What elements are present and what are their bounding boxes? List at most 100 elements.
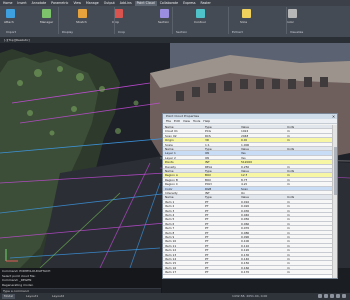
grid-icon[interactable] xyxy=(318,294,322,298)
dialog-title-bar[interactable]: Point Cloud Properties ✕ xyxy=(163,114,337,119)
properties-dialog[interactable]: Point Cloud Properties ✕ File Edit View Too… xyxy=(162,113,338,279)
table-cell: m xyxy=(287,257,290,261)
table-cell: REAL xyxy=(205,164,213,169)
scrollbar-thumb[interactable] xyxy=(333,147,337,195)
command-history-line: Select point cloud file: xyxy=(2,273,36,278)
table-cell: PT xyxy=(205,270,209,275)
layout-tab-layout2[interactable]: Layout2 xyxy=(50,294,66,299)
tool-label: Slice xyxy=(240,20,248,24)
table-cell: Scan 02 xyxy=(165,133,177,138)
menu-tab-add-ins[interactable]: Add-ins xyxy=(118,1,134,6)
table-cell: PT xyxy=(205,199,209,204)
viewport-label[interactable]: [-][Top][Realistic] xyxy=(4,38,30,42)
dialog-title: Point Cloud Properties xyxy=(166,114,200,118)
table-cell: m xyxy=(287,230,290,235)
menu-tab-raster[interactable]: Raster xyxy=(199,1,213,6)
layout-tab-model[interactable]: Model xyxy=(2,294,16,299)
dialog-menu-help[interactable]: Help xyxy=(203,119,210,123)
table-cell: m xyxy=(287,177,290,182)
menu-tab-point-cloud[interactable]: Point Cloud xyxy=(134,0,157,6)
table-cell: Scan xyxy=(241,186,249,191)
table-cell: PT xyxy=(205,204,209,209)
menu-tab-manage[interactable]: Manage xyxy=(84,1,101,6)
attach-tool-icon[interactable] xyxy=(6,9,15,18)
slice-tool-icon[interactable] xyxy=(242,9,251,18)
table-cell: PT xyxy=(205,265,209,270)
manager-tool-icon[interactable] xyxy=(42,9,51,18)
table-cell: PT xyxy=(205,239,209,244)
table-cell: PT xyxy=(205,235,209,239)
dialog-menu-file[interactable]: File xyxy=(166,119,171,123)
stretch-tool-icon[interactable] xyxy=(78,9,87,18)
settings-icon[interactable] xyxy=(342,294,346,298)
table-cell: m xyxy=(287,199,290,204)
table-cell: Item 8 xyxy=(165,230,175,235)
ribbon-group-label: Display xyxy=(62,30,74,34)
layout-tab-layout1[interactable]: Layout1 xyxy=(24,294,40,299)
column-header: Units xyxy=(287,147,295,151)
tool-label: Manager xyxy=(40,20,54,24)
menu-tab-annotate[interactable]: Annotate xyxy=(30,1,49,6)
table-cell: 2048 xyxy=(241,133,249,138)
table-cell: PT xyxy=(205,248,209,253)
table-cell: RGB xyxy=(205,186,212,191)
menu-tab-home[interactable]: Home xyxy=(1,1,14,6)
table-cell: 0.250 xyxy=(241,164,250,169)
table-cell: 1.000 xyxy=(241,142,250,147)
table-cell: Layer 2 xyxy=(165,155,176,160)
table-cell: PT xyxy=(205,261,209,266)
table-cell: 0.160 xyxy=(241,265,250,270)
dialog-menu-view[interactable]: View xyxy=(183,119,190,123)
table-cell: 0.010 xyxy=(241,199,250,204)
crop-tool-icon[interactable] xyxy=(114,9,123,18)
menu-tab-output[interactable]: Output xyxy=(102,1,117,6)
dialog-scrollbar[interactable] xyxy=(332,125,337,278)
table-cell: Item 2 xyxy=(165,204,175,209)
table-cell: 0.040 xyxy=(241,213,250,217)
dialog-menu-tools[interactable]: Tools xyxy=(193,119,200,123)
contour-tool-icon[interactable] xyxy=(196,9,205,18)
ribbon-divider xyxy=(286,7,287,34)
menu-tab-parametric[interactable]: Parametric xyxy=(49,1,70,6)
table-cell: m xyxy=(287,217,290,222)
menu-tab-express[interactable]: Express xyxy=(181,1,197,6)
table-cell: Item 13 xyxy=(165,252,177,257)
column-header: Name xyxy=(165,147,174,151)
ribbon-group-label: Section xyxy=(176,30,188,34)
color-tool-icon[interactable] xyxy=(288,9,297,18)
table-row[interactable]: Item 17 PT 0.170 m xyxy=(163,270,334,275)
tool-label: Color xyxy=(286,20,294,24)
menu-tab-view[interactable]: View xyxy=(71,1,83,6)
table-cell: 0.140 xyxy=(241,257,250,261)
dialog-table: Name Type Value Units Cloud 01 PCG 1024 m Scan 0… xyxy=(163,125,337,278)
menu-tab-collaborate[interactable]: Collaborate xyxy=(158,1,180,6)
table-cell: m xyxy=(287,243,290,248)
table-cell: 0.090 xyxy=(241,235,250,239)
command-history-line: Regenerating model. xyxy=(2,282,34,287)
ribbon-divider xyxy=(228,7,229,34)
close-icon[interactable]: ✕ xyxy=(331,114,336,119)
layout-tabs: Model Layout1 Layout2 xyxy=(0,293,350,300)
table-cell: PT xyxy=(205,213,209,217)
command-history-line: Command: _REGEN xyxy=(2,278,32,282)
polar-icon[interactable] xyxy=(336,294,340,298)
table-cell: Item 1 xyxy=(165,199,175,204)
menu-tab-insert[interactable]: Insert xyxy=(15,1,28,6)
table-cell: Item 10 xyxy=(165,239,177,244)
dialog-menu-edit[interactable]: Edit xyxy=(174,119,180,123)
table-cell: 0.120 xyxy=(241,248,250,253)
table-cell: Region A xyxy=(165,173,178,178)
table-cell: m xyxy=(287,133,290,138)
snap-icon[interactable] xyxy=(324,294,328,298)
table-cell: 0.080 xyxy=(241,230,250,235)
ribbon: Home Insert Annotate Parametric View Manage Ou… xyxy=(0,0,350,37)
table-cell: m xyxy=(287,221,290,226)
table-cell: m xyxy=(287,138,290,143)
table-cell: 512000 xyxy=(241,160,253,165)
table-cell: 1:1 xyxy=(205,142,210,147)
tool-label: Attach xyxy=(4,20,14,24)
table-cell: m xyxy=(287,173,290,178)
section-tool-icon[interactable] xyxy=(160,9,169,18)
column-header: Value xyxy=(241,169,249,173)
ortho-icon[interactable] xyxy=(330,294,334,298)
